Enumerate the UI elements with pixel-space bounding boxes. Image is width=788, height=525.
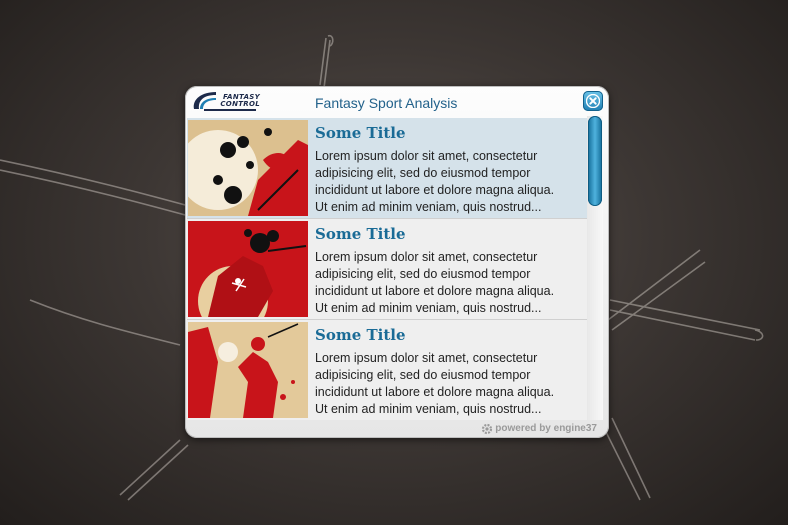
window-title: Fantasy Sport Analysis — [315, 95, 458, 111]
close-button[interactable] — [583, 91, 603, 111]
list-item[interactable]: Some Title Lorem ipsum dolor sit amet, c… — [187, 118, 589, 219]
item-summary: Lorem ipsum dolor sit amet, consectetur … — [315, 250, 555, 315]
item-summary: Lorem ipsum dolor sit amet, consectetur … — [315, 149, 555, 214]
item-summary: Lorem ipsum dolor sit amet, consectetur … — [315, 351, 555, 416]
widget-footer: powered by engine37 — [185, 420, 609, 438]
fantasy-control-logo: FANTASY CONTROL — [190, 89, 260, 113]
article-thumbnail[interactable] — [188, 322, 308, 418]
scrollbar-thumb[interactable] — [588, 116, 602, 206]
item-title[interactable]: Some Title — [315, 124, 406, 142]
item-title[interactable]: Some Title — [315, 225, 406, 243]
logo-wordmark: FANTASY CONTROL — [220, 93, 260, 108]
gear-icon — [481, 423, 493, 435]
list-item[interactable]: Some Title Lorem ipsum dolor sit amet, c… — [187, 219, 589, 320]
title-bar[interactable]: FANTASY CONTROL Fantasy Sport Analysis — [185, 86, 609, 118]
close-x-icon — [586, 94, 600, 108]
article-list[interactable]: Some Title Lorem ipsum dolor sit amet, c… — [187, 118, 589, 420]
powered-by-label[interactable]: powered by engine37 — [495, 423, 597, 434]
batter-illustration-image — [188, 120, 308, 216]
vertical-scrollbar[interactable] — [587, 116, 603, 420]
article-thumbnail[interactable] — [188, 221, 308, 317]
list-item[interactable]: Some Title Lorem ipsum dolor sit amet, c… — [187, 320, 589, 420]
fantasy-widget-window: FANTASY CONTROL Fantasy Sport Analysis S… — [185, 86, 609, 438]
players-illustration-image — [188, 322, 308, 418]
article-thumbnail[interactable] — [188, 120, 308, 216]
item-title[interactable]: Some Title — [315, 326, 406, 344]
player-illustration-image — [188, 221, 308, 317]
